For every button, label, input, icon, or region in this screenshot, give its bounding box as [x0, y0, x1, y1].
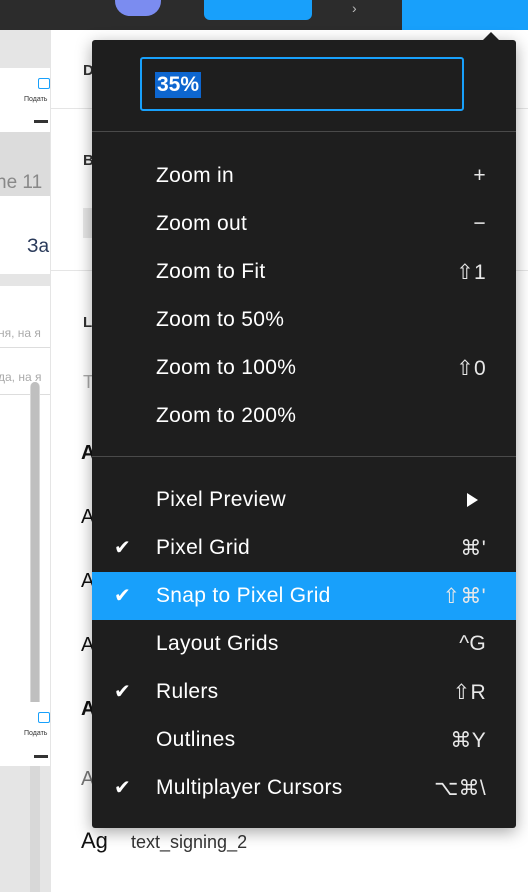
- frame-underline: [34, 755, 48, 758]
- frame-tabs-panel: [0, 196, 50, 274]
- menu-item-shortcut: ⇧R: [452, 681, 486, 704]
- menu-item-rulers[interactable]: ✔ Rulers ⇧R: [92, 668, 516, 716]
- text-style-name[interactable]: text_signing_2: [131, 832, 247, 853]
- list-divider: [0, 394, 50, 395]
- frame-icon: [38, 712, 50, 723]
- zoom-menu: 35% Zoom in + Zoom out − Zoom to Fit ⇧1 Zoom t…: [92, 32, 516, 828]
- menu-item-pixel-grid[interactable]: ✔ Pixel Grid ⌘': [92, 524, 516, 572]
- menu-item-layout-grids[interactable]: Layout Grids ^G: [92, 620, 516, 668]
- menu-item-zoom-to-100[interactable]: Zoom to 100% ⇧0: [92, 344, 516, 392]
- menu-divider: [92, 131, 516, 132]
- menu-item-shortcut: ^G: [459, 632, 486, 655]
- section-heading: L: [83, 314, 93, 331]
- menu-item-label: Zoom out: [156, 212, 248, 235]
- checkmark-icon: ✔: [114, 681, 132, 703]
- frame-tab-label: За: [27, 236, 50, 257]
- menu-item-label: Rulers: [156, 680, 219, 703]
- present-icon[interactable]: ›: [352, 0, 357, 16]
- menu-item-label: Outlines: [156, 728, 236, 751]
- frame-list-panel: [0, 286, 50, 706]
- menu-item-zoom-to-200[interactable]: Zoom to 200%: [92, 392, 516, 440]
- menu-item-label: Zoom to 100%: [156, 356, 297, 379]
- scrollbar-thumb[interactable]: [31, 382, 39, 732]
- top-toolbar: ›: [0, 0, 528, 30]
- menu-item-label: Multiplayer Cursors: [156, 776, 343, 799]
- menu-item-shortcut: ⇧1: [456, 261, 486, 284]
- checkmark-icon: ✔: [114, 777, 132, 799]
- checkmark-icon: ✔: [114, 585, 132, 607]
- menu-item-label: Zoom to 200%: [156, 404, 297, 427]
- menu-item-outlines[interactable]: Outlines ⌘Y: [92, 716, 516, 764]
- user-avatar[interactable]: [115, 0, 161, 16]
- menu-item-label: Zoom to Fit: [156, 260, 266, 283]
- menu-item-label: Zoom in: [156, 164, 234, 187]
- menu-item-zoom-in[interactable]: Zoom in +: [92, 152, 516, 200]
- submenu-arrow-icon: [467, 493, 478, 507]
- frame-underline: [34, 120, 48, 123]
- menu-item-zoom-to-50[interactable]: Zoom to 50%: [92, 296, 516, 344]
- checkmark-icon: ✔: [114, 537, 132, 559]
- list-divider: [0, 347, 50, 348]
- menu-item-shortcut: ⇧0: [456, 357, 486, 380]
- menu-divider: [92, 456, 516, 457]
- text-style-sample[interactable]: Ag: [81, 828, 108, 854]
- list-text: ня, на я: [0, 326, 41, 340]
- menu-item-shortcut: ⌘Y: [450, 729, 486, 752]
- design-canvas[interactable]: Подать · ne 11 За ня, на я да, на я Пода…: [0, 30, 50, 892]
- menu-item-pixel-preview[interactable]: Pixel Preview: [92, 476, 516, 524]
- zoom-level-input[interactable]: 35%: [140, 57, 464, 111]
- frame-label: Подать: [24, 730, 48, 737]
- menu-item-shortcut: ⌥⌘\: [434, 777, 486, 800]
- share-button[interactable]: [402, 0, 528, 30]
- frame-scrollbar[interactable]: [30, 382, 40, 892]
- menu-item-label: Zoom to 50%: [156, 308, 285, 331]
- zoom-level-value: 35%: [155, 72, 202, 98]
- frame-label: Подать: [24, 96, 48, 103]
- menu-item-shortcut: ⇧⌘': [442, 585, 486, 608]
- menu-item-label: Layout Grids: [156, 632, 279, 655]
- menu-item-label: Pixel Preview: [156, 488, 286, 511]
- menu-item-label: Snap to Pixel Grid: [156, 584, 331, 607]
- menu-item-snap-to-pixel-grid[interactable]: ✔ Snap to Pixel Grid ⇧⌘': [92, 572, 516, 620]
- frame-heading: ne 11: [0, 172, 43, 193]
- menu-item-shortcut: ⌘': [460, 537, 486, 560]
- menu-item-label: Pixel Grid: [156, 536, 251, 559]
- menu-item-zoom-to-fit[interactable]: Zoom to Fit ⇧1: [92, 248, 516, 296]
- menu-item-shortcut: −: [473, 212, 486, 235]
- menu-item-multiplayer-cursors[interactable]: ✔ Multiplayer Cursors ⌥⌘\: [92, 764, 516, 812]
- toolbar-primary-button[interactable]: [204, 0, 312, 20]
- menu-caret: [482, 32, 500, 41]
- frame-icon: [38, 78, 50, 89]
- menu-item-zoom-out[interactable]: Zoom out −: [92, 200, 516, 248]
- menu-item-shortcut: +: [473, 164, 486, 187]
